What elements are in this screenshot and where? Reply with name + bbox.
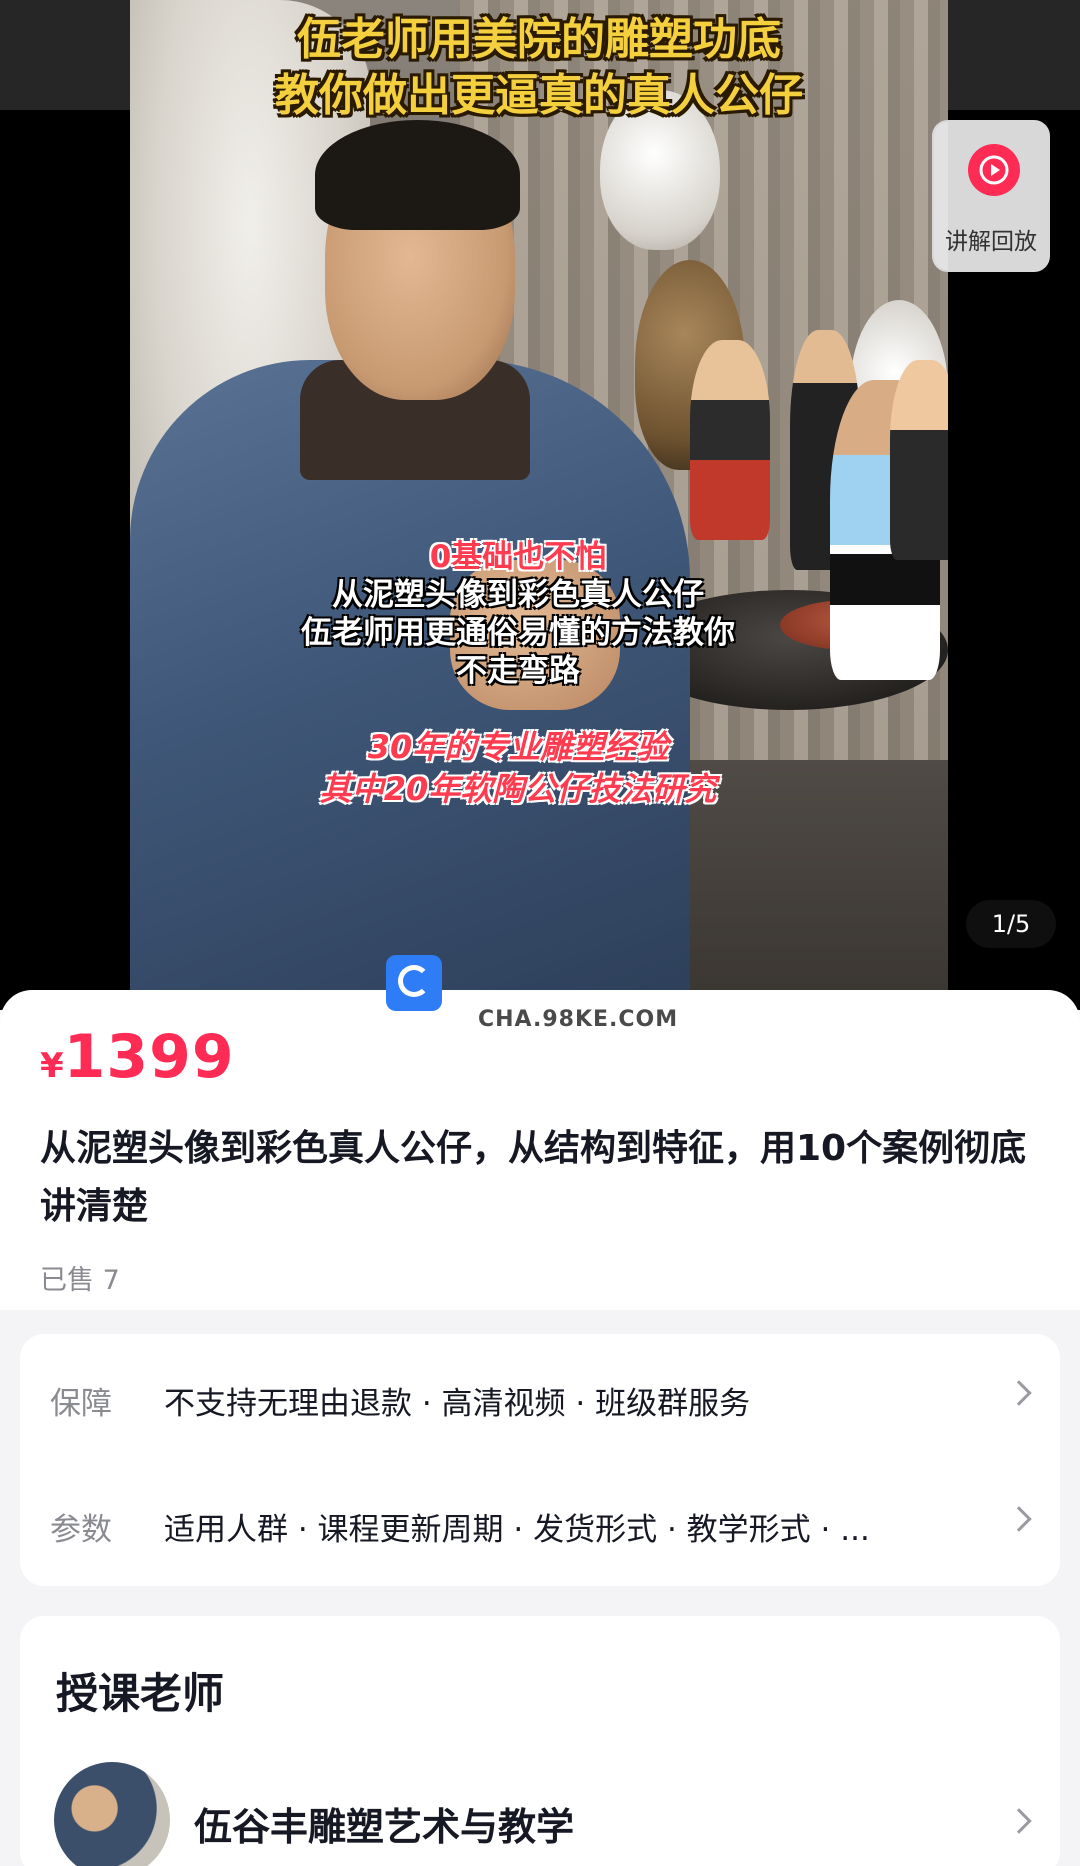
guarantee-value: 不支持无理由退款 · 高清视频 · 班级群服务 <box>164 1386 751 1422</box>
caption-line: 伍老师用美院的雕塑功底 <box>297 14 781 65</box>
teacher-name[interactable]: 伍谷丰雕塑艺术与教学 <box>194 1796 574 1851</box>
parameters-value: 适用人群 · 课程更新周期 · 发货形式 · 教学形式 · ... <box>164 1512 870 1548</box>
caption-highlight: 0基础也不怕 <box>429 539 607 575</box>
figurine <box>890 360 948 560</box>
product-image <box>130 0 948 1000</box>
watermark-text: CHA.98KE.COM <box>478 1007 679 1032</box>
section-title: 授课老师 <box>56 1669 225 1718</box>
replay-label: 讲解回放 <box>945 229 1037 255</box>
parameters-row[interactable]: 参数 适用人群 · 课程更新周期 · 发货形式 · 教学形式 · ... <box>20 1460 1060 1586</box>
caption-line: 不走弯路 <box>456 653 580 689</box>
play-circle-icon <box>968 144 1020 196</box>
watermark-logo-icon <box>386 955 442 1011</box>
caption-line: 伍老师用更通俗易懂的方法教你 <box>301 615 735 651</box>
product-media-carousel[interactable]: 伍老师用美院的雕塑功底 教你做出更逼真的真人公仔 0基础也不怕 从泥塑头像到彩色… <box>0 0 1080 1010</box>
caption-line: 30年的专业雕塑经验 <box>367 728 669 766</box>
watermark: CHA.98KE.COM <box>386 955 686 1035</box>
chevron-right-icon <box>1006 1506 1032 1532</box>
caption-middle: 0基础也不怕 从泥塑头像到彩色真人公仔 伍老师用更通俗易懂的方法教你 不走弯路 <box>218 538 818 690</box>
caption-top: 伍老师用美院的雕塑功底 教你做出更逼真的真人公仔 <box>130 12 948 124</box>
figurine <box>690 340 770 540</box>
page-indicator: 1/5 <box>966 900 1056 948</box>
price: ¥1399 <box>40 1022 235 1092</box>
chevron-right-icon <box>1006 1380 1032 1406</box>
parameters-label: 参数 <box>50 1512 112 1548</box>
explanation-replay-button[interactable]: 讲解回放 <box>932 120 1050 272</box>
caption-bottom: 30年的专业雕塑经验 其中20年软陶公仔技法研究 <box>218 726 818 810</box>
guarantee-label: 保障 <box>50 1386 112 1422</box>
caption-line: 其中20年软陶公仔技法研究 <box>319 770 717 808</box>
guarantee-row[interactable]: 保障 不支持无理由退款 · 高清视频 · 班级群服务 <box>20 1334 1060 1460</box>
product-info-card: ¥1399 从泥塑头像到彩色真人公仔，从结构到特征，用10个案例彻底讲清楚 已售… <box>0 990 1080 1310</box>
price-value: 1399 <box>63 1022 235 1092</box>
teacher-avatar[interactable] <box>54 1762 170 1866</box>
sold-count: 已售 7 <box>40 1265 120 1296</box>
caption-line: 教你做出更逼真的真人公仔 <box>275 70 803 121</box>
chevron-right-icon[interactable] <box>1006 1808 1032 1834</box>
caption-line: 从泥塑头像到彩色真人公仔 <box>332 577 704 613</box>
product-title: 从泥塑头像到彩色真人公仔，从结构到特征，用10个案例彻底讲清楚 <box>40 1128 1027 1227</box>
currency-symbol: ¥ <box>40 1046 64 1086</box>
teacher-hair <box>315 120 520 230</box>
teacher-card: 授课老师 伍谷丰雕塑艺术与教学 <box>20 1616 1060 1866</box>
service-card: 保障 不支持无理由退款 · 高清视频 · 班级群服务 参数 适用人群 · 课程更… <box>20 1334 1060 1586</box>
